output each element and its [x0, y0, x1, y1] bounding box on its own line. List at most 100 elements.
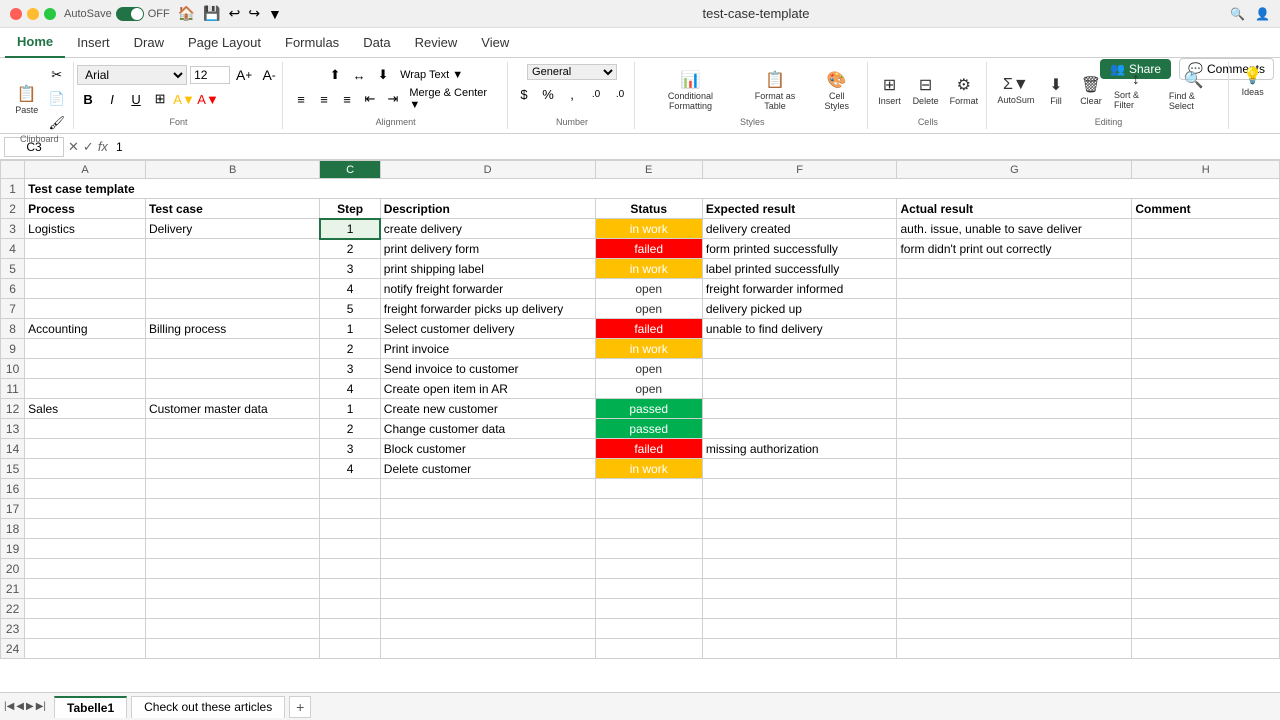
tab-insert[interactable]: Insert — [65, 28, 122, 58]
copy-button[interactable]: 📄 — [46, 88, 68, 110]
home-icon[interactable]: 🏠 — [178, 5, 195, 22]
tab-page-layout[interactable]: Page Layout — [176, 28, 273, 58]
cell[interactable]: Comment — [1132, 199, 1280, 219]
cell[interactable]: print shipping label — [380, 259, 595, 279]
cell[interactable]: failed — [595, 319, 702, 339]
cell[interactable] — [320, 559, 380, 579]
cell[interactable]: 2 — [320, 239, 380, 259]
redo-icon[interactable]: ↪ — [248, 5, 260, 22]
cell[interactable] — [897, 419, 1132, 439]
cell[interactable] — [595, 579, 702, 599]
decrease-decimal-button[interactable]: .0 — [609, 83, 631, 105]
format-painter-button[interactable]: 🖌 — [46, 112, 68, 134]
cell[interactable] — [897, 499, 1132, 519]
cell[interactable]: 5 — [320, 299, 380, 319]
cell[interactable]: 1 — [320, 219, 380, 239]
nav-next-arrow[interactable]: ▶ — [26, 701, 34, 712]
col-header-C[interactable]: C — [320, 161, 380, 179]
cell[interactable] — [1132, 419, 1280, 439]
cell[interactable] — [897, 279, 1132, 299]
cell[interactable] — [380, 599, 595, 619]
accounting-format-button[interactable]: $ — [513, 83, 535, 105]
cell[interactable] — [1132, 639, 1280, 659]
cell[interactable] — [1132, 299, 1280, 319]
autosave-toggle[interactable] — [116, 7, 144, 21]
cell[interactable]: missing authorization — [702, 439, 897, 459]
tab-home[interactable]: Home — [5, 28, 65, 58]
cell[interactable]: in work — [595, 339, 702, 359]
cell[interactable] — [702, 339, 897, 359]
cell[interactable] — [145, 539, 319, 559]
cell[interactable] — [1132, 319, 1280, 339]
cell[interactable] — [380, 619, 595, 639]
cell[interactable]: form didn't print out correctly — [897, 239, 1132, 259]
cell[interactable] — [380, 539, 595, 559]
cell[interactable]: Description — [380, 199, 595, 219]
cell[interactable] — [1132, 559, 1280, 579]
cell[interactable]: Sales — [25, 399, 146, 419]
cell[interactable] — [897, 459, 1132, 479]
cell[interactable]: Block customer — [380, 439, 595, 459]
cell[interactable] — [1132, 259, 1280, 279]
col-header-H[interactable]: H — [1132, 161, 1280, 179]
cell[interactable] — [897, 479, 1132, 499]
cell[interactable] — [1132, 579, 1280, 599]
cell[interactable]: unable to find delivery — [702, 319, 897, 339]
cell[interactable] — [380, 579, 595, 599]
cell[interactable]: 4 — [320, 279, 380, 299]
cell[interactable] — [595, 639, 702, 659]
cell[interactable] — [1132, 239, 1280, 259]
cell[interactable]: Billing process — [145, 319, 319, 339]
cell[interactable] — [145, 579, 319, 599]
cell[interactable] — [897, 639, 1132, 659]
cell[interactable] — [380, 639, 595, 659]
cell[interactable]: in work — [595, 459, 702, 479]
cell[interactable] — [1132, 399, 1280, 419]
cell[interactable]: 3 — [320, 359, 380, 379]
cell[interactable] — [320, 599, 380, 619]
cell[interactable]: Accounting — [25, 319, 146, 339]
cell[interactable] — [897, 339, 1132, 359]
cell[interactable] — [897, 599, 1132, 619]
cell[interactable] — [897, 259, 1132, 279]
cut-button[interactable]: ✂ — [46, 64, 68, 86]
cell[interactable] — [702, 579, 897, 599]
cell[interactable] — [25, 559, 146, 579]
cell[interactable] — [25, 259, 146, 279]
cell[interactable]: print delivery form — [380, 239, 595, 259]
comma-button[interactable]: , — [561, 83, 583, 105]
clear-button[interactable]: 🗑 Clear — [1075, 73, 1107, 108]
cell[interactable]: delivery created — [702, 219, 897, 239]
cell[interactable] — [25, 619, 146, 639]
cell[interactable] — [897, 319, 1132, 339]
cell[interactable] — [702, 619, 897, 639]
cell[interactable] — [702, 559, 897, 579]
cell[interactable]: 3 — [320, 259, 380, 279]
cell[interactable] — [25, 499, 146, 519]
cell[interactable] — [25, 439, 146, 459]
align-right-button[interactable]: ≡ — [337, 88, 358, 110]
cell[interactable] — [897, 579, 1132, 599]
cell[interactable] — [320, 639, 380, 659]
cell[interactable]: failed — [595, 439, 702, 459]
nav-prev-arrow[interactable]: ◀ — [16, 701, 24, 712]
cell[interactable]: form printed successfully — [702, 239, 897, 259]
cell[interactable] — [25, 359, 146, 379]
cell[interactable] — [145, 239, 319, 259]
cell[interactable] — [897, 399, 1132, 419]
col-header-F[interactable]: F — [702, 161, 897, 179]
cell[interactable] — [25, 239, 146, 259]
cell[interactable] — [145, 559, 319, 579]
font-size-input[interactable] — [190, 66, 230, 84]
cell[interactable] — [1132, 279, 1280, 299]
cell[interactable]: open — [595, 359, 702, 379]
cell[interactable]: Process — [25, 199, 146, 219]
cell[interactable]: 2 — [320, 339, 380, 359]
cell[interactable]: passed — [595, 399, 702, 419]
cell[interactable]: create delivery — [380, 219, 595, 239]
cell[interactable]: 1 — [320, 399, 380, 419]
bold-button[interactable]: B — [77, 88, 99, 110]
cell[interactable] — [145, 619, 319, 639]
cell[interactable]: open — [595, 299, 702, 319]
maximize-button[interactable] — [44, 8, 56, 20]
